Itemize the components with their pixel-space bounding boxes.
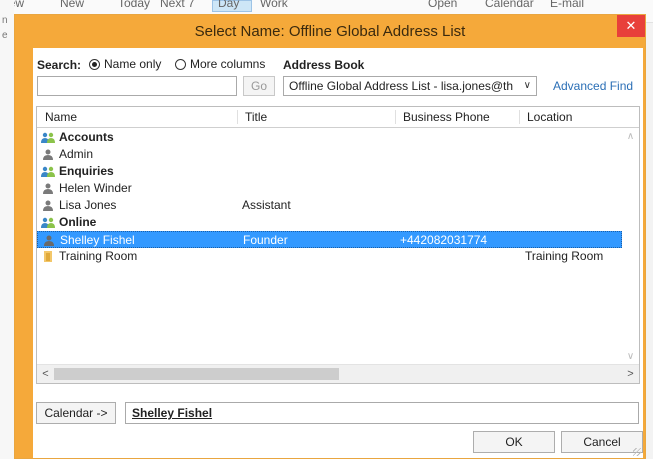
column-header-title[interactable]: Title [245, 110, 267, 124]
search-input[interactable] [37, 76, 237, 96]
group-icon [41, 217, 55, 228]
list-item[interactable]: Online [37, 214, 639, 231]
list-item[interactable]: Lisa Jones Assistant [37, 197, 639, 214]
ribbon-item: Next 7 [160, 0, 195, 10]
search-label: Search: [37, 58, 82, 72]
address-book-value: Offline Global Address List - lisa.jones… [289, 79, 514, 93]
list-item-selected[interactable]: Shelley Fishel Founder +442082031774 [37, 231, 622, 248]
scroll-down-icon[interactable]: ∨ [622, 348, 639, 365]
ribbon-item: Today [118, 0, 151, 10]
horizontal-scrollbar[interactable]: < > [37, 364, 639, 383]
radio-name-only-label: Name only [104, 57, 162, 71]
row-name: Helen Winder [59, 181, 132, 195]
person-icon [43, 183, 53, 194]
row-name: Accounts [59, 130, 114, 144]
address-book-label: Address Book [283, 58, 365, 72]
row-title: Founder [243, 233, 288, 247]
radio-unchecked-icon [175, 58, 186, 70]
dialog-titlebar[interactable]: Select Name: Offline Global Address List… [15, 15, 645, 48]
group-icon [41, 166, 55, 177]
list-header: Name Title Business Phone Location [37, 107, 639, 128]
resize-grip-icon[interactable] [633, 448, 641, 456]
scroll-right-icon[interactable]: > [622, 365, 639, 383]
ribbon-item: Work [260, 0, 288, 10]
calendar-recipient: Shelley Fishel [132, 406, 213, 420]
scroll-left-icon[interactable]: < [37, 365, 54, 383]
person-icon [44, 235, 54, 246]
dialog-title: Select Name: Offline Global Address List [194, 23, 466, 40]
left-letter: e [2, 30, 8, 41]
column-divider[interactable] [395, 110, 396, 124]
list-item[interactable]: Accounts [37, 129, 639, 146]
left-letter: n [2, 15, 8, 26]
vertical-scrollbar[interactable]: ∧ ∨ [622, 128, 639, 365]
row-phone: +442082031774 [400, 233, 488, 247]
column-divider[interactable] [237, 110, 238, 124]
list-rows: Accounts Admin Enquiries Helen Winder Li… [37, 129, 639, 265]
ribbon-item: Open [428, 0, 458, 10]
ribbon-item: E-mail [550, 0, 585, 10]
list-item[interactable]: Admin [37, 146, 639, 163]
calendar-button[interactable]: Calendar -> [36, 402, 116, 424]
go-button[interactable]: Go [243, 76, 275, 96]
ribbon-item: Day [218, 0, 240, 10]
row-name: Training Room [59, 249, 138, 263]
name-list[interactable]: Name Title Business Phone Location Accou… [36, 106, 640, 384]
radio-more-columns[interactable]: More columns [175, 57, 265, 71]
radio-checked-icon [89, 58, 100, 70]
list-item[interactable]: Enquiries [37, 163, 639, 180]
row-name: Lisa Jones [59, 198, 117, 212]
person-icon [43, 149, 53, 160]
person-icon [43, 200, 53, 211]
column-header-name[interactable]: Name [45, 110, 77, 124]
list-item[interactable]: Helen Winder [37, 180, 639, 197]
ok-button[interactable]: OK [473, 431, 555, 453]
row-name: Enquiries [59, 164, 114, 178]
group-icon [41, 132, 55, 143]
cancel-button[interactable]: Cancel [561, 431, 643, 453]
radio-more-columns-label: More columns [190, 57, 266, 71]
scroll-up-icon[interactable]: ∧ [622, 128, 639, 145]
background-left-edge: n e [0, 0, 14, 459]
row-name: Online [59, 215, 97, 229]
row-title: Assistant [242, 198, 291, 212]
radio-name-only[interactable]: Name only [89, 57, 161, 71]
row-name: Admin [59, 147, 94, 161]
column-header-business-phone[interactable]: Business Phone [403, 110, 490, 124]
address-book-select[interactable]: Offline Global Address List - lisa.jones… [283, 76, 537, 96]
close-icon: ✕ [625, 18, 637, 33]
close-button[interactable]: ✕ [617, 15, 645, 37]
list-item[interactable]: Training Room Training Room [37, 248, 639, 265]
horizontal-scroll-thumb[interactable] [54, 368, 339, 380]
advanced-find-link[interactable]: Advanced Find [553, 79, 633, 93]
room-icon [44, 251, 52, 262]
column-header-location[interactable]: Location [527, 110, 572, 124]
column-divider[interactable] [519, 110, 520, 124]
chevron-down-icon: ∨ [523, 80, 531, 91]
dialog-body: Search: Name only More columns Address B… [33, 48, 643, 458]
calendar-recipients-field[interactable]: Shelley Fishel [125, 402, 639, 424]
ribbon-item: New [60, 0, 85, 10]
row-name: Shelley Fishel [60, 233, 135, 247]
row-location: Training Room [525, 249, 604, 263]
select-name-dialog: Select Name: Offline Global Address List… [14, 14, 646, 459]
ribbon-item: Calendar [485, 0, 534, 10]
